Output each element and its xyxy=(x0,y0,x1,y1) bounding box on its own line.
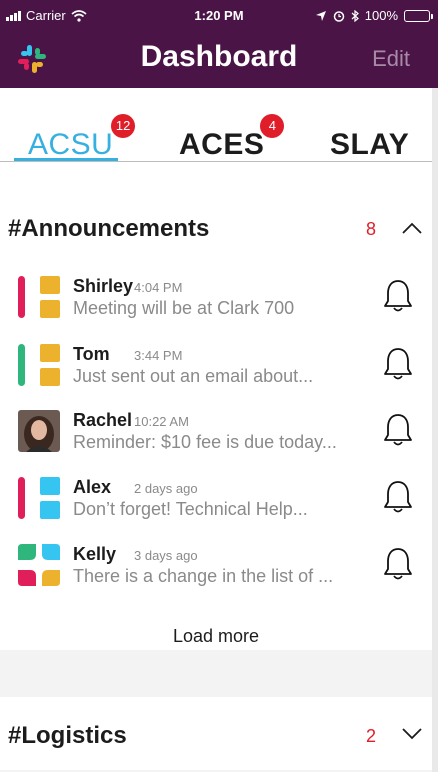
location-icon xyxy=(315,10,326,21)
active-tab-indicator xyxy=(14,158,118,161)
message-preview: There is a change in the list of ... xyxy=(73,566,334,586)
sender-name: Alex xyxy=(73,477,112,497)
message-preview: Meeting will be at Clark 700 xyxy=(73,298,295,318)
list-item[interactable]: Kelly 3 days ago There is a change in th… xyxy=(0,540,432,600)
bell-icon[interactable] xyxy=(382,546,414,582)
message-preview: Reminder: $10 fee is due today... xyxy=(73,432,337,452)
edit-button[interactable]: Edit xyxy=(372,46,410,72)
message-time: 3:44 PM xyxy=(134,348,183,363)
tab-acsu[interactable]: ACSU 12 xyxy=(28,114,136,162)
channel-title[interactable]: #Logistics xyxy=(8,722,127,750)
avatar xyxy=(18,276,60,318)
message-time: 2 days ago xyxy=(134,481,198,496)
alarm-icon xyxy=(333,10,344,22)
avatar xyxy=(18,477,60,519)
channel-card-logistics: #Logistics 2 xyxy=(0,697,432,770)
battery-percent: 100% xyxy=(364,8,398,23)
unread-badge: 4 xyxy=(260,114,285,138)
channel-unread-count: 2 xyxy=(365,726,376,746)
workspace-tabs: ACSU 12 ACES 4 SLAY xyxy=(0,88,432,190)
channel-card-announcements: #Announcements 8 Shirley 4:04 PM Meeting… xyxy=(0,190,432,650)
message-time: 4:04 PM xyxy=(134,280,183,295)
tab-aces[interactable]: ACES 4 xyxy=(179,114,285,162)
sender-name: Kelly xyxy=(73,544,117,564)
bell-icon[interactable] xyxy=(382,278,414,314)
avatar xyxy=(18,410,60,452)
tabs-divider xyxy=(0,161,432,162)
avatar xyxy=(18,544,60,586)
channel-unread-count: 8 xyxy=(365,219,376,239)
battery-icon xyxy=(404,9,433,22)
list-item[interactable]: Rachel 10:22 AM Reminder: $10 fee is due… xyxy=(0,406,432,466)
tab-label: ACSU xyxy=(28,128,114,161)
sender-name: Tom xyxy=(73,344,110,364)
list-item[interactable]: Shirley 4:04 PM Meeting will be at Clark… xyxy=(0,272,432,332)
load-more-button[interactable]: Load more xyxy=(0,626,432,647)
bell-icon[interactable] xyxy=(382,346,414,382)
message-time: 10:22 AM xyxy=(134,414,189,429)
tab-label: SLAY xyxy=(330,128,410,161)
status-bar: Carrier 1:20 PM 100% xyxy=(0,0,438,30)
bluetooth-icon xyxy=(351,9,359,22)
message-preview: Don’t forget! Technical Help... xyxy=(73,499,308,519)
list-item[interactable]: Tom 3:44 PM Just sent out an email about… xyxy=(0,340,432,400)
list-item[interactable]: Alex 2 days ago Don’t forget! Technical … xyxy=(0,473,432,533)
channel-title[interactable]: #Announcements xyxy=(8,215,209,243)
app-header: Carrier 1:20 PM 100% Dashboard Edit xyxy=(0,0,438,88)
bell-icon[interactable] xyxy=(382,412,414,448)
tab-slay[interactable]: SLAY xyxy=(330,128,409,162)
bell-icon[interactable] xyxy=(382,479,414,515)
chevron-down-icon[interactable] xyxy=(400,723,424,743)
message-time: 3 days ago xyxy=(134,548,198,563)
message-preview: Just sent out an email about... xyxy=(73,366,314,386)
sender-name: Rachel xyxy=(73,410,133,430)
scroll-edge xyxy=(432,88,438,772)
tab-label: ACES xyxy=(179,128,265,161)
avatar xyxy=(18,344,60,386)
sender-name: Shirley xyxy=(73,276,134,296)
unread-badge: 12 xyxy=(110,114,136,138)
chevron-up-icon[interactable] xyxy=(400,218,424,238)
